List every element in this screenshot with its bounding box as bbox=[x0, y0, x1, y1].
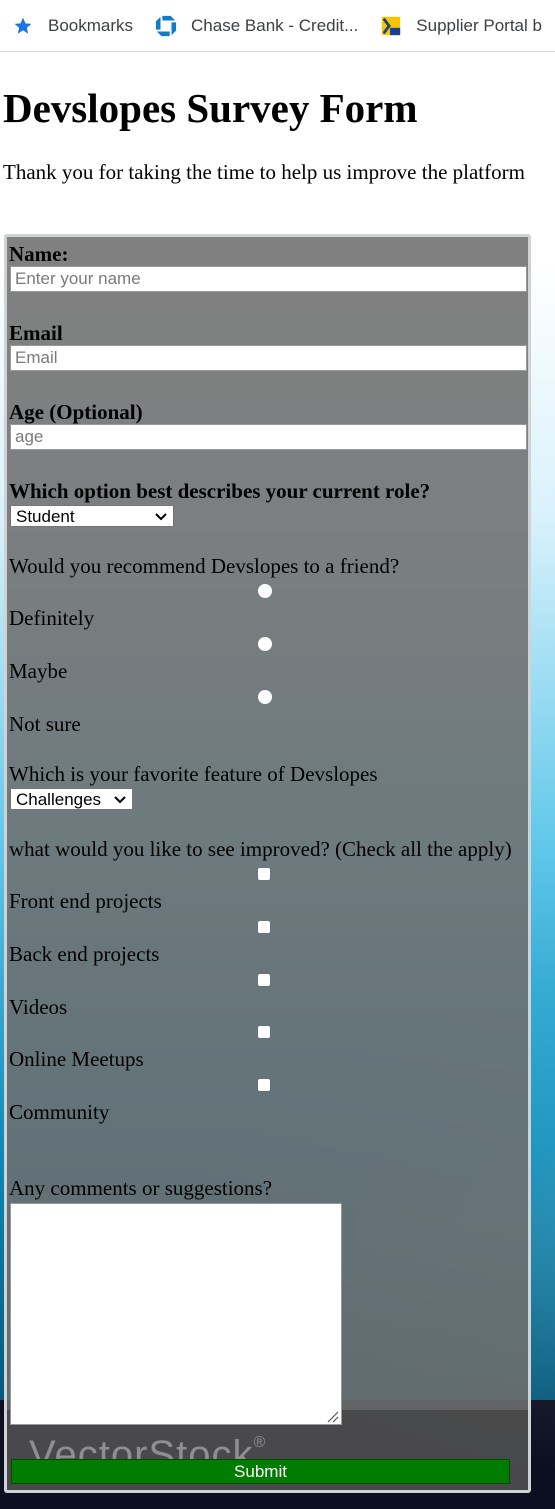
checkbox-front-end[interactable] bbox=[258, 868, 270, 880]
bookmarks-bar: Bookmarks Chase Bank - Credit... Supplie… bbox=[0, 0, 555, 52]
radio-label-not-sure: Not sure bbox=[9, 712, 81, 736]
comments-label: Any comments or suggestions? bbox=[9, 1176, 273, 1200]
supplier-portal-icon bbox=[380, 15, 402, 37]
checkbox-label-videos: Videos bbox=[9, 995, 68, 1019]
bookmark-bookmarks[interactable]: Bookmarks bbox=[0, 0, 133, 51]
chevron-down-icon bbox=[155, 506, 167, 535]
bookmark-label: Bookmarks bbox=[48, 15, 134, 35]
role-label: Which option best describes your current… bbox=[9, 479, 431, 503]
star-icon bbox=[12, 15, 34, 37]
email-label: Email bbox=[9, 321, 63, 345]
role-select[interactable]: Student bbox=[10, 505, 174, 527]
checkbox-online-meetups[interactable] bbox=[258, 1026, 270, 1038]
chevron-down-icon bbox=[114, 789, 126, 818]
submit-button[interactable]: Submit bbox=[11, 1459, 510, 1484]
comments-textarea[interactable] bbox=[10, 1203, 342, 1425]
feature-label: Which is your favorite feature of Devslo… bbox=[9, 762, 378, 786]
age-label: Age (Optional) bbox=[9, 400, 143, 424]
bookmark-supplier-portal[interactable]: Supplier Portal b bbox=[368, 0, 542, 51]
bookmark-chase-bank[interactable]: Chase Bank - Credit... bbox=[143, 0, 358, 51]
checkbox-videos[interactable] bbox=[258, 974, 270, 986]
checkbox-label-front-end: Front end projects bbox=[9, 889, 162, 913]
feature-select-value: Challenges bbox=[16, 790, 102, 809]
improve-label: what would you like to see improved? (Ch… bbox=[9, 837, 512, 861]
age-input[interactable] bbox=[10, 424, 527, 450]
watermark-text: VectorStock bbox=[29, 1433, 254, 1460]
bookmark-label: Supplier Portal b bbox=[416, 15, 542, 35]
bookmark-label: Chase Bank - Credit... bbox=[191, 15, 359, 35]
checkbox-label-back-end: Back end projects bbox=[9, 942, 160, 966]
radio-label-definitely: Definitely bbox=[9, 606, 95, 630]
role-select-value: Student bbox=[16, 507, 75, 526]
page-subtitle: Thank you for taking the time to help us… bbox=[3, 160, 525, 184]
radio-not-sure[interactable] bbox=[258, 690, 272, 704]
radio-label-maybe: Maybe bbox=[9, 659, 68, 683]
checkbox-community[interactable] bbox=[258, 1079, 270, 1091]
chase-logo-icon bbox=[155, 15, 177, 37]
watermark: VectorStock® bbox=[29, 1433, 266, 1460]
checkbox-back-end[interactable] bbox=[258, 921, 270, 933]
survey-form: Name: Email Age (Optional) Which option … bbox=[4, 234, 531, 1493]
resize-grip-icon[interactable] bbox=[325, 1409, 339, 1423]
page-title: Devslopes Survey Form bbox=[3, 85, 418, 131]
checkbox-label-online-meetups: Online Meetups bbox=[9, 1047, 144, 1071]
radio-maybe[interactable] bbox=[258, 637, 272, 651]
checkbox-label-community: Community bbox=[9, 1100, 110, 1124]
radio-definitely[interactable] bbox=[258, 584, 272, 598]
email-input[interactable] bbox=[10, 345, 527, 371]
feature-select[interactable]: Challenges bbox=[10, 788, 133, 810]
name-label: Name: bbox=[9, 242, 69, 266]
watermark-mark: ® bbox=[253, 1434, 267, 1451]
name-input[interactable] bbox=[10, 266, 527, 292]
recommend-label: Would you recommend Devslopes to a frien… bbox=[9, 554, 400, 578]
